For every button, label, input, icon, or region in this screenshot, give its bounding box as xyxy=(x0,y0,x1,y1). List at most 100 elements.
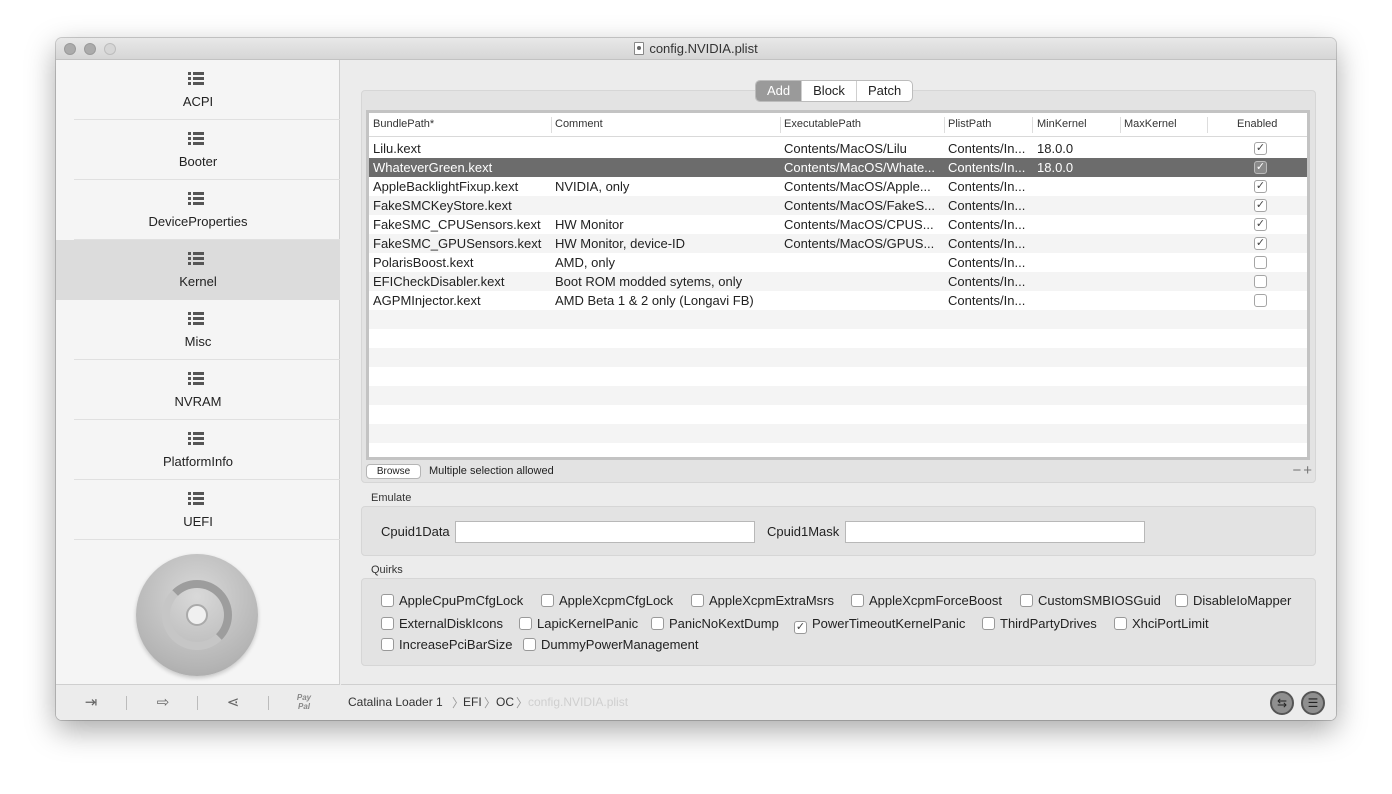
quirk-label: XhciPortLimit xyxy=(1132,616,1209,631)
column-header[interactable]: ExecutablePath xyxy=(784,118,861,130)
tab-add[interactable]: Add xyxy=(756,81,802,101)
tab-block[interactable]: Block xyxy=(801,81,856,101)
quirk-powertimeoutkernelpanic[interactable]: ✓ PowerTimeoutKernelPanic xyxy=(794,616,965,634)
list-icon[interactable]: ☰ xyxy=(1301,691,1325,715)
checkbox[interactable] xyxy=(982,617,995,630)
main-panel: Add Block Patch BundlePath* Comment Exec… xyxy=(341,60,1336,720)
enabled-checkbox[interactable] xyxy=(1254,275,1267,288)
quirk-applecpupmcfglock[interactable]: AppleCpuPmCfgLock xyxy=(381,593,523,608)
table-row[interactable]: FakeSMCKeyStore.kext Contents/MacOS/Fake… xyxy=(369,196,1307,215)
quirk-applexcpmextramsrs[interactable]: AppleXcpmExtraMsrs xyxy=(691,593,834,608)
enabled-checkbox[interactable]: ✓ xyxy=(1254,199,1267,212)
checkbox[interactable] xyxy=(651,617,664,630)
quirk-lapickernelpanic[interactable]: LapicKernelPanic xyxy=(519,616,638,631)
tab-bar: Add Block Patch xyxy=(755,80,914,102)
column-header[interactable]: MinKernel xyxy=(1037,118,1087,130)
table-row[interactable]: AppleBacklightFixup.kext NVIDIA, only Co… xyxy=(369,177,1307,196)
table-row[interactable]: FakeSMC_CPUSensors.kext HW Monitor Conte… xyxy=(369,215,1307,234)
enabled-checkbox[interactable]: ✓ xyxy=(1254,180,1267,193)
selection-note: Multiple selection allowed xyxy=(429,465,554,477)
paypal-icon[interactable]: Pay Pal xyxy=(292,693,316,711)
table-row[interactable]: EFICheckDisabler.kext Boot ROM modded sy… xyxy=(369,272,1307,291)
checkbox-checked[interactable]: ✓ xyxy=(794,621,807,634)
cell-comment: HW Monitor xyxy=(555,217,624,232)
checkbox[interactable] xyxy=(523,638,536,651)
browse-button[interactable]: Browse xyxy=(366,464,421,479)
enabled-checkbox[interactable] xyxy=(1254,256,1267,269)
sidebar-item-deviceproperties[interactable]: DeviceProperties xyxy=(56,180,340,240)
checkbox[interactable] xyxy=(381,617,394,630)
checkbox[interactable] xyxy=(1114,617,1127,630)
column-header[interactable]: PlistPath xyxy=(948,118,991,130)
enabled-checkbox[interactable]: ✓ xyxy=(1254,142,1267,155)
quirk-xhciportlimit[interactable]: XhciPortLimit xyxy=(1114,616,1209,631)
cpuid1mask-field[interactable] xyxy=(845,521,1145,543)
table-row[interactable]: AGPMInjector.kext AMD Beta 1 & 2 only (L… xyxy=(369,291,1307,310)
checkbox[interactable] xyxy=(691,594,704,607)
list-icon xyxy=(188,252,204,266)
quirk-externaldiskicons[interactable]: ExternalDiskIcons xyxy=(381,616,503,631)
quirk-label: PowerTimeoutKernelPanic xyxy=(812,616,966,631)
cell-bundlepath: AGPMInjector.kext xyxy=(373,293,481,308)
checkbox[interactable] xyxy=(851,594,864,607)
checkbox[interactable] xyxy=(1020,594,1033,607)
table-header: BundlePath* Comment ExecutablePath Plist… xyxy=(369,113,1307,137)
breadcrumb-item[interactable]: Catalina Loader 1 xyxy=(348,695,443,709)
cell-bundlepath: FakeSMC_CPUSensors.kext xyxy=(373,217,541,232)
share-icon[interactable]: ⋖ xyxy=(222,693,244,713)
kext-table[interactable]: BundlePath* Comment ExecutablePath Plist… xyxy=(366,110,1310,460)
quirk-dummypowermanagement[interactable]: DummyPowerManagement xyxy=(523,637,699,652)
sidebar-item-misc[interactable]: Misc xyxy=(56,300,340,360)
sidebar-item-label: Booter xyxy=(178,154,218,169)
cell-bundlepath: WhateverGreen.kext xyxy=(373,160,493,175)
cell-plistpath: Contents/In... xyxy=(948,293,1026,308)
enabled-checkbox[interactable] xyxy=(1254,294,1267,307)
checkbox[interactable] xyxy=(381,638,394,651)
quirk-increasepcibarsize[interactable]: IncreasePciBarSize xyxy=(381,637,512,652)
checkbox[interactable] xyxy=(381,594,394,607)
export-icon[interactable]: ⇨ xyxy=(152,693,174,713)
table-row[interactable]: Lilu.kext Contents/MacOS/Lilu Contents/I… xyxy=(369,139,1307,158)
column-header[interactable]: MaxKernel xyxy=(1124,118,1177,130)
tab-patch[interactable]: Patch xyxy=(855,81,912,101)
table-row[interactable]: WhateverGreen.kext Contents/MacOS/Whate.… xyxy=(369,158,1307,177)
checkbox[interactable] xyxy=(519,617,532,630)
checkbox[interactable] xyxy=(1175,594,1188,607)
quirk-applexcpmcfglock[interactable]: AppleXcpmCfgLock xyxy=(541,593,673,608)
add-remove-buttons[interactable]: −+ xyxy=(1292,462,1314,479)
sidebar-item-kernel[interactable]: Kernel xyxy=(56,240,340,300)
cell-bundlepath: FakeSMC_GPUSensors.kext xyxy=(373,236,542,251)
breadcrumb-item[interactable]: config.NVIDIA.plist xyxy=(528,695,628,709)
list-icon xyxy=(188,72,204,86)
breadcrumb-item[interactable]: OC xyxy=(496,695,514,709)
sidebar-item-uefi[interactable]: UEFI xyxy=(56,480,340,540)
cell-executablepath: Contents/MacOS/FakeS... xyxy=(784,198,936,213)
column-header[interactable]: BundlePath* xyxy=(373,118,434,130)
quirk-panicnokextdump[interactable]: PanicNoKextDump xyxy=(651,616,779,631)
swap-icon[interactable]: ⇆ xyxy=(1270,691,1294,715)
sidebar-item-acpi[interactable]: ACPI xyxy=(56,60,340,120)
sidebar-item-booter[interactable]: Booter xyxy=(56,120,340,180)
checkbox[interactable] xyxy=(541,594,554,607)
enabled-checkbox[interactable]: ✓ xyxy=(1254,161,1267,174)
cpuid1data-field[interactable] xyxy=(455,521,755,543)
quirk-disableiomapper[interactable]: DisableIoMapper xyxy=(1175,593,1291,608)
quirks-group: AppleCpuPmCfgLock AppleXcpmCfgLock Apple… xyxy=(361,578,1316,666)
quirk-label: DummyPowerManagement xyxy=(541,637,699,652)
list-icon xyxy=(188,432,204,446)
column-header[interactable]: Enabled xyxy=(1237,118,1277,130)
quirk-thirdpartydrives[interactable]: ThirdPartyDrives xyxy=(982,616,1097,631)
enabled-checkbox[interactable]: ✓ xyxy=(1254,218,1267,231)
quirk-label: AppleXcpmCfgLock xyxy=(559,593,674,608)
breadcrumb-item[interactable]: EFI xyxy=(463,695,482,709)
quirk-applexcpmforceboost[interactable]: AppleXcpmForceBoost xyxy=(851,593,1002,608)
table-row[interactable]: FakeSMC_GPUSensors.kext HW Monitor, devi… xyxy=(369,234,1307,253)
cell-comment: AMD Beta 1 & 2 only (Longavi FB) xyxy=(555,293,754,308)
sidebar-item-platforminfo[interactable]: PlatformInfo xyxy=(56,420,340,480)
import-icon[interactable]: ⇥ xyxy=(80,693,102,713)
enabled-checkbox[interactable]: ✓ xyxy=(1254,237,1267,250)
column-header[interactable]: Comment xyxy=(555,118,603,130)
table-row[interactable]: PolarisBoost.kext AMD, only Contents/In.… xyxy=(369,253,1307,272)
sidebar-item-nvram[interactable]: NVRAM xyxy=(56,360,340,420)
quirk-customsmbiosguid[interactable]: CustomSMBIOSGuid xyxy=(1020,593,1161,608)
